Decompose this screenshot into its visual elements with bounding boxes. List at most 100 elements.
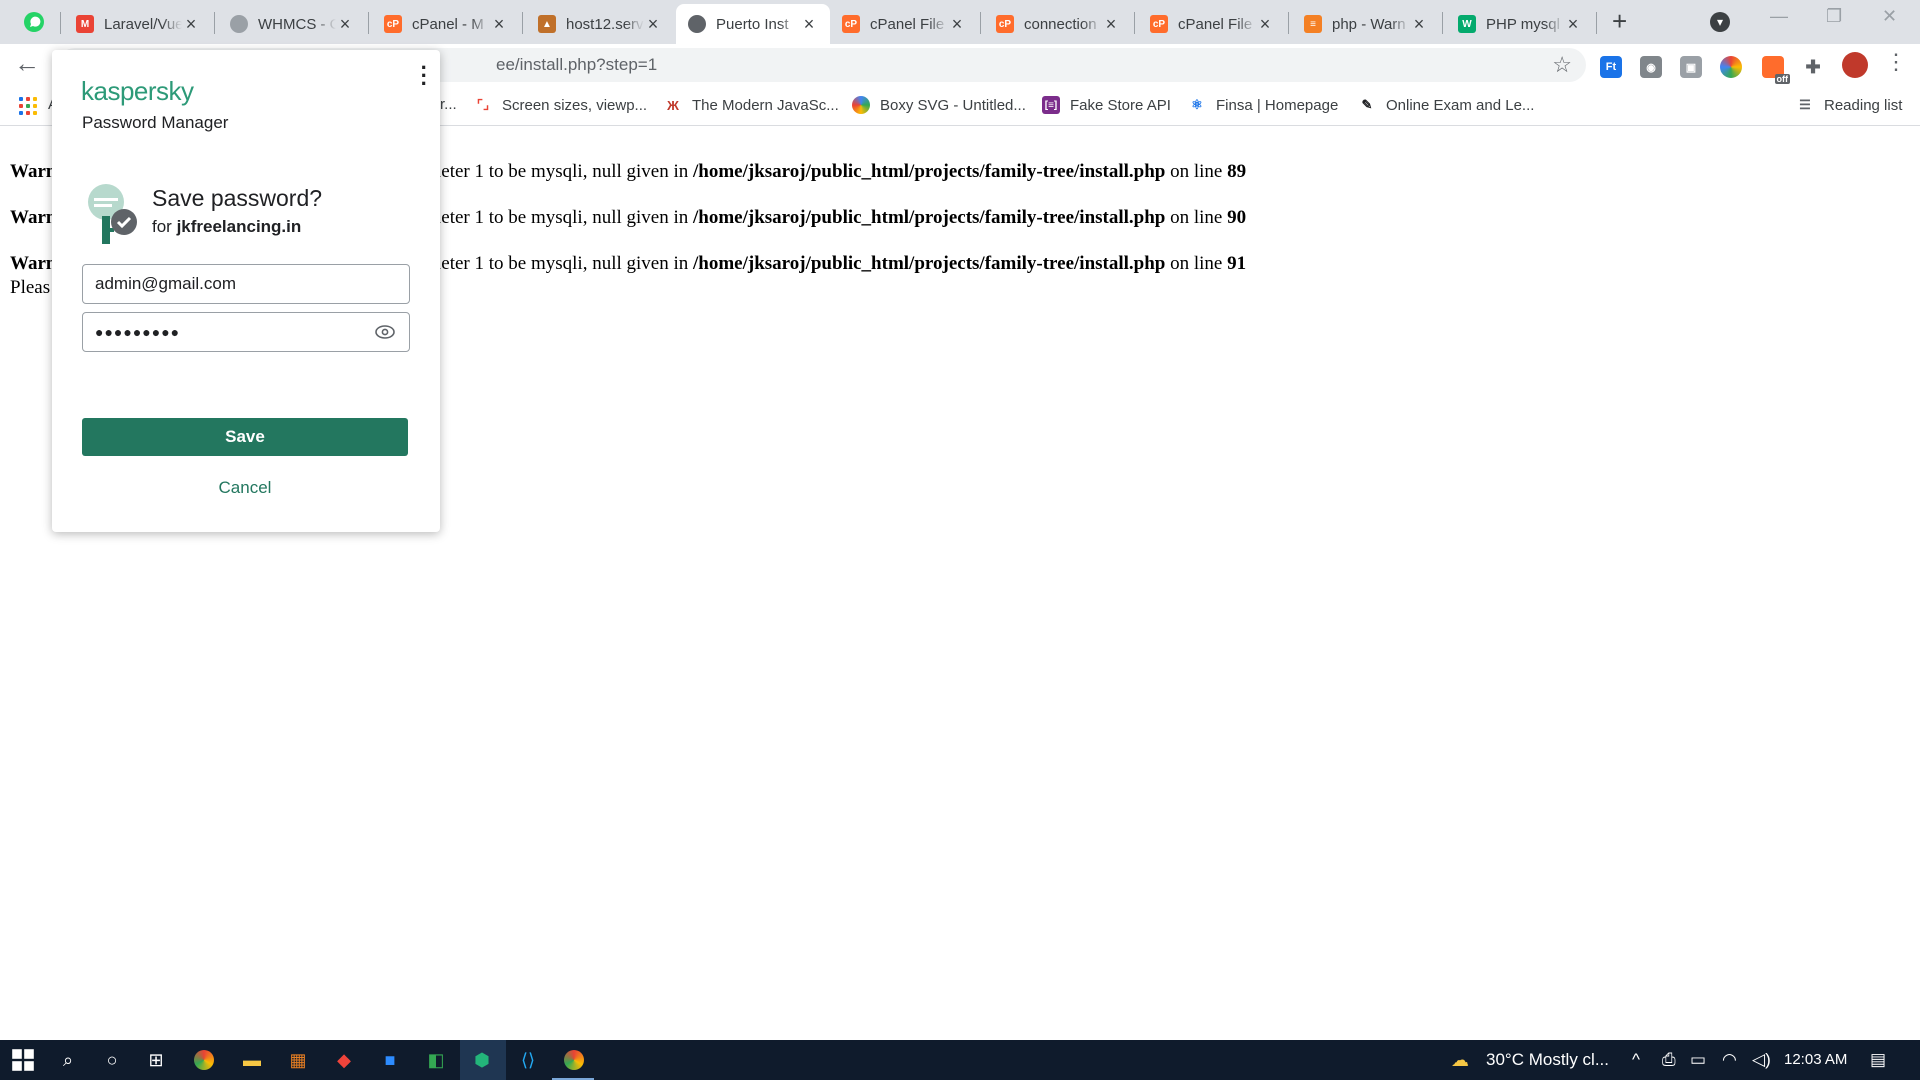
close-icon[interactable]: × — [1564, 14, 1582, 35]
anydesk-icon[interactable]: ◆ — [332, 1048, 356, 1072]
wifi-icon[interactable]: ◠ — [1722, 1050, 1737, 1070]
apps-grid-icon[interactable] — [19, 97, 37, 115]
camera-icon[interactable]: ◉ — [1640, 56, 1662, 78]
avatar[interactable] — [1842, 52, 1868, 78]
chrome-icon[interactable] — [194, 1050, 214, 1070]
file-explorer-icon[interactable]: ▬ — [240, 1048, 264, 1072]
tab-title: php - Warn — [1332, 15, 1406, 33]
clock[interactable]: 12:03 AM — [1784, 1051, 1847, 1068]
show-hidden-icons[interactable]: ^ — [1632, 1050, 1640, 1070]
warning-text: ieter 1 to be mysqli, null given in — [436, 207, 693, 228]
username-field[interactable]: admin@gmail.com — [82, 264, 410, 304]
close-icon[interactable]: × — [800, 14, 818, 35]
warning-mid: on line — [1165, 161, 1228, 182]
chrome-window-icon[interactable] — [564, 1050, 584, 1070]
tab-cpanel-m[interactable]: cP cPanel - M × — [372, 4, 520, 44]
close-icon[interactable]: × — [1256, 14, 1274, 35]
bookmark-item[interactable]: ✎ Online Exam and Le... — [1358, 96, 1535, 114]
tab-puerto-install[interactable]: Puerto Inst × — [676, 4, 830, 44]
bookmark-item[interactable]: r... — [440, 96, 457, 113]
tab-php-warning[interactable]: ≡ php - Warn × — [1292, 4, 1440, 44]
fonts-extension-icon[interactable]: Ft — [1600, 56, 1622, 78]
show-password-icon[interactable] — [375, 324, 395, 340]
warning-line-number: 90 — [1227, 207, 1247, 228]
close-icon[interactable]: × — [336, 14, 354, 35]
close-icon[interactable]: × — [182, 14, 200, 35]
app-icon[interactable]: ▦ — [286, 1048, 310, 1072]
warning-prefix: Warn — [10, 253, 57, 274]
popup-title: Save password? — [152, 185, 323, 211]
cancel-button[interactable]: Cancel — [82, 478, 408, 498]
vscode-icon[interactable]: ⟨⟩ — [516, 1048, 540, 1072]
extension-off-icon[interactable]: off — [1762, 56, 1790, 84]
bookmark-item[interactable]: ⌜⌟ Screen sizes, viewp... — [474, 96, 647, 114]
cpanel-icon: cP — [996, 15, 1014, 33]
weather-text[interactable]: 30°C Mostly cl... — [1486, 1050, 1609, 1070]
tab-php-mysql[interactable]: W PHP mysql × — [1446, 4, 1594, 44]
back-icon[interactable]: ← — [14, 50, 40, 76]
bookmark-item[interactable]: Ж The Modern JavaSc... — [664, 96, 839, 114]
kaspersky-app-icon[interactable]: ⬢ — [470, 1048, 494, 1072]
chrome-menu-icon[interactable]: ⋮ — [1885, 51, 1907, 73]
warning-mid: on line — [1165, 207, 1228, 228]
warning-line: Warn — [10, 207, 56, 229]
bookmark-label: The Modern JavaSc... — [692, 96, 839, 114]
cpanel-icon: cP — [1150, 15, 1168, 33]
restore-icon[interactable]: ❐ — [1826, 6, 1842, 27]
tab-whmcs[interactable]: WHMCS - C × — [218, 4, 366, 44]
colorpick-icon[interactable] — [1720, 56, 1742, 78]
close-icon[interactable]: × — [1410, 14, 1428, 35]
close-window-icon[interactable]: ✕ — [1882, 6, 1897, 27]
close-icon[interactable]: × — [948, 14, 966, 35]
resize-icon: ⌜⌟ — [476, 97, 490, 112]
bookmark-item[interactable]: Boxy SVG - Untitled... — [852, 96, 1026, 114]
save-button[interactable]: Save — [82, 418, 408, 456]
boxy-svg-icon — [852, 96, 870, 114]
close-icon[interactable]: × — [490, 14, 508, 35]
tab-laravel[interactable]: M Laravel/Vue × — [64, 4, 212, 44]
battery-icon[interactable]: ▭ — [1690, 1050, 1706, 1070]
weather-icon[interactable]: ☁ — [1448, 1048, 1472, 1072]
close-icon[interactable]: × — [644, 14, 662, 35]
gmail-icon: M — [76, 15, 94, 33]
fake-store-icon: [≡] — [1042, 96, 1060, 114]
bookmark-label: r... — [440, 96, 457, 113]
more-options-icon[interactable]: · · · — [421, 57, 428, 95]
tab-connection[interactable]: cP connection × — [984, 4, 1132, 44]
warning-path: /home/jksaroj/public_html/projects/famil… — [693, 253, 1166, 274]
puzzle-icon[interactable]: ✚ — [1802, 56, 1824, 78]
notifications-icon[interactable]: ▤ — [1870, 1050, 1886, 1070]
warning-line-number: 89 — [1227, 161, 1247, 182]
tab-title: cPanel File — [870, 15, 945, 33]
bookmark-item[interactable]: ⚛ Finsa | Homepage — [1188, 96, 1338, 114]
minimize-icon[interactable]: — — [1770, 6, 1788, 27]
bookmark-item[interactable]: [≡] Fake Store API — [1042, 96, 1171, 114]
warning-line-number: 91 — [1227, 253, 1247, 274]
tab-cpanel-file-1[interactable]: cP cPanel File × — [830, 4, 978, 44]
reading-list-button[interactable]: ☰ Reading list — [1796, 96, 1902, 114]
meet-now-icon[interactable]: ⎙ — [1662, 1050, 1676, 1070]
tab-host12[interactable]: ▲ host12.serv × — [526, 4, 674, 44]
host-icon: ▲ — [538, 15, 556, 33]
whatsapp-icon[interactable] — [22, 10, 46, 34]
star-icon[interactable]: ☆ — [1552, 52, 1572, 78]
new-tab-button[interactable]: + — [1612, 8, 1627, 34]
url-text: ee/install.php?step=1 — [496, 55, 658, 74]
close-icon[interactable]: × — [1102, 14, 1120, 35]
windows-start-icon[interactable] — [11, 1048, 35, 1072]
tab-cpanel-file-2[interactable]: cP cPanel File × — [1138, 4, 1286, 44]
store-icon[interactable]: ◧ — [424, 1048, 448, 1072]
site-line: for jkfreelancing.in — [152, 217, 301, 237]
password-field[interactable]: ●●●●●●●●● — [82, 312, 410, 352]
task-view-icon[interactable]: ⊞ — [144, 1048, 168, 1072]
volume-icon[interactable]: ◁) — [1752, 1050, 1771, 1070]
zoom-icon[interactable]: ■ — [378, 1048, 402, 1072]
warning-detail: ieter 1 to be mysqli, null given in /hom… — [436, 253, 1246, 275]
screenshot-icon[interactable]: ▣ — [1680, 56, 1702, 78]
search-icon[interactable]: ⌕ — [56, 1048, 80, 1072]
react-icon: ⚛ — [1191, 97, 1203, 112]
cortana-icon[interactable]: ○ — [100, 1048, 124, 1072]
tab-search-icon[interactable]: ▾ — [1710, 12, 1730, 32]
tab-title: PHP mysql — [1486, 15, 1560, 33]
tab-strip: M Laravel/Vue × WHMCS - C × cP cPanel - … — [0, 0, 1920, 44]
